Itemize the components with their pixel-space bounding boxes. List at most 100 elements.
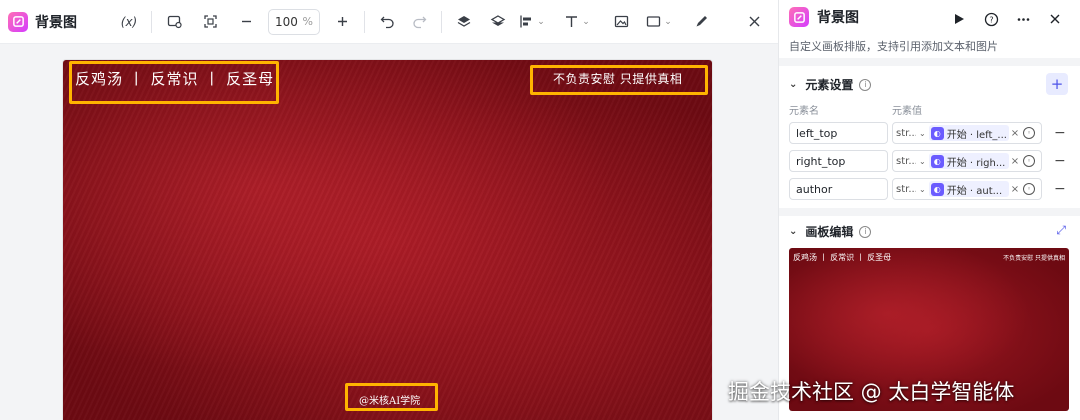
preview-left-top-text: 反鸡汤 丨 反常识 丨 反圣母 xyxy=(793,253,892,262)
variable-picker-icon[interactable]: ◦ xyxy=(1023,183,1036,195)
element-name-input[interactable]: right_top xyxy=(789,150,888,172)
type-select[interactable]: str... xyxy=(896,184,916,195)
layer-down-button[interactable] xyxy=(484,8,512,36)
chevron-down-icon: ⌄ xyxy=(664,16,672,27)
info-icon[interactable]: i xyxy=(859,225,872,238)
reference-label: 开始 · left_... xyxy=(946,129,1007,141)
app-title: 背景图 xyxy=(35,14,77,31)
redo-button[interactable] xyxy=(405,8,433,36)
redo-icon xyxy=(412,16,426,29)
section-divider xyxy=(779,208,1080,216)
element-row: right_top str... ⌄ ◐ 开始 · righ... × ◦ − xyxy=(789,150,1071,172)
toolbar-divider xyxy=(151,10,152,33)
left-top-text[interactable]: 反鸡汤 丨 反常识 丨 反圣母 xyxy=(75,68,274,89)
info-icon[interactable]: i xyxy=(859,78,872,91)
toolbar-divider xyxy=(364,10,365,33)
reference-chip[interactable]: ◐ 开始 · righ... xyxy=(928,153,1009,169)
variable-button[interactable]: (x) xyxy=(115,8,143,36)
remove-row-button[interactable]: − xyxy=(1054,181,1066,197)
column-header-value: 元素值 xyxy=(892,106,922,117)
chevron-down-icon: ⌄ xyxy=(919,128,926,138)
pen-tool-button[interactable] xyxy=(687,8,715,36)
chevron-down-icon: ⌄ xyxy=(789,226,798,237)
image-tool-button[interactable] xyxy=(607,8,635,36)
watermark-text: 掘金技术社区 @ 太白学智能体 xyxy=(728,380,1015,404)
section-divider xyxy=(779,58,1080,66)
close-canvas-button[interactable] xyxy=(740,8,768,36)
type-select[interactable]: str... xyxy=(896,128,916,139)
zoom-out-button[interactable] xyxy=(232,8,260,36)
variable-picker-icon[interactable]: ◦ xyxy=(1023,155,1036,167)
reference-label: 开始 · righ... xyxy=(946,157,1006,169)
elements-section-header[interactable]: ⌄ 元素设置 i xyxy=(789,76,872,93)
author-text[interactable]: @米核AI学院 xyxy=(359,392,420,407)
right-top-text[interactable]: 不负责安慰 只提供真相 xyxy=(553,70,682,87)
plus-icon: + xyxy=(1050,75,1064,93)
chevron-down-icon: ⌄ xyxy=(537,16,545,27)
zoom-value: 100 xyxy=(275,14,298,29)
help-button[interactable]: ? xyxy=(980,8,1002,30)
frame-tool-button[interactable] xyxy=(160,8,188,36)
app-logo-icon xyxy=(8,11,28,32)
zoom-in-button[interactable] xyxy=(328,8,356,36)
minus-icon xyxy=(241,20,251,23)
layers-icon xyxy=(457,15,471,27)
panel-header: 背景图 xyxy=(789,7,859,27)
toolbar-divider xyxy=(441,10,442,33)
undo-icon xyxy=(380,16,394,29)
align-button[interactable]: ⌄ xyxy=(518,8,546,36)
remove-reference-icon[interactable]: × xyxy=(1011,156,1019,167)
chevron-down-icon: ⌄ xyxy=(919,184,926,194)
variable-picker-icon[interactable]: ◦ xyxy=(1023,127,1036,139)
panel-title: 背景图 xyxy=(817,10,859,26)
remove-reference-icon[interactable]: × xyxy=(1011,128,1019,139)
chevron-down-icon: ⌄ xyxy=(919,156,926,166)
zoom-unit: % xyxy=(302,15,313,28)
run-button[interactable] xyxy=(948,8,970,30)
element-value-field[interactable]: str... ⌄ ◐ 开始 · righ... × ◦ xyxy=(892,150,1042,172)
close-icon xyxy=(749,16,759,27)
zoom-input[interactable]: 100 % xyxy=(268,8,320,35)
node-logo-icon xyxy=(789,7,809,27)
expand-icon[interactable]: ⤢ xyxy=(1056,223,1066,238)
background-poster[interactable]: 反鸡汤 丨 反常识 丨 反圣母 不负责安慰 只提供真相 @米核AI学院 xyxy=(63,60,712,420)
plus-icon xyxy=(337,17,347,26)
canvas-section-header[interactable]: ⌄ 画板编辑 i xyxy=(789,223,872,240)
reference-chip[interactable]: ◐ 开始 · left_... xyxy=(928,125,1009,141)
pen-icon xyxy=(696,16,707,27)
element-value-field[interactable]: str... ⌄ ◐ 开始 · aut... × ◦ xyxy=(892,178,1042,200)
more-button[interactable] xyxy=(1012,8,1034,30)
remove-reference-icon[interactable]: × xyxy=(1011,184,1019,195)
variable-label: (x) xyxy=(120,14,138,29)
chevron-down-icon: ⌄ xyxy=(582,16,590,27)
panel-actions: ? xyxy=(948,8,1066,30)
element-value-field[interactable]: str... ⌄ ◐ 开始 · left_... × ◦ xyxy=(892,122,1042,144)
image-icon xyxy=(614,15,628,28)
element-row: author str... ⌄ ◐ 开始 · aut... × ◦ − xyxy=(789,178,1071,200)
fit-view-button[interactable] xyxy=(196,8,224,36)
elements-section-title: 元素设置 xyxy=(805,78,854,92)
layer-up-button[interactable] xyxy=(450,8,478,36)
reference-label: 开始 · aut... xyxy=(946,185,1003,197)
start-node-icon: ◐ xyxy=(930,154,944,168)
add-element-button[interactable]: + xyxy=(1046,73,1068,95)
close-panel-button[interactable] xyxy=(1044,8,1066,30)
element-name-input[interactable]: author xyxy=(789,178,888,200)
type-select[interactable]: str... xyxy=(896,156,916,167)
reference-chip[interactable]: ◐ 开始 · aut... xyxy=(928,181,1009,197)
play-icon xyxy=(955,14,964,24)
start-node-icon: ◐ xyxy=(930,182,944,196)
canvas-area[interactable]: 反鸡汤 丨 反常识 丨 反圣母 不负责安慰 只提供真相 @米核AI学院 xyxy=(0,45,778,420)
element-name-input[interactable]: left_top xyxy=(789,122,888,144)
remove-row-button[interactable]: − xyxy=(1054,153,1066,169)
shape-tool-button[interactable]: ⌄ xyxy=(645,8,673,36)
remove-row-button[interactable]: − xyxy=(1054,125,1066,141)
close-icon xyxy=(1050,14,1060,24)
undo-button[interactable] xyxy=(373,8,401,36)
rectangle-icon xyxy=(647,16,661,27)
align-left-icon xyxy=(520,15,532,28)
fit-view-icon xyxy=(203,15,217,28)
text-tool-button[interactable]: ⌄ xyxy=(563,8,591,36)
column-header-name: 元素名 xyxy=(789,106,819,117)
